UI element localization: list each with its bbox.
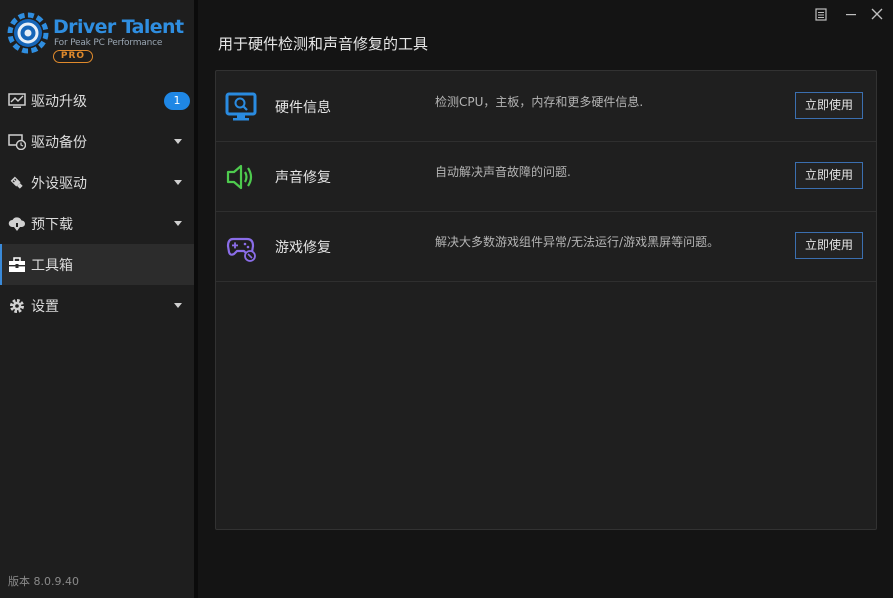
update-count-badge: 1: [164, 92, 190, 110]
sidebar-item-peripheral-drivers[interactable]: 外设驱动: [0, 162, 194, 203]
sidebar-item-label: 外设驱动: [31, 175, 87, 192]
toolbox-icon: [8, 256, 26, 274]
menu-button[interactable]: [813, 6, 829, 22]
app-logo: Driver Talent For Peak PC Performance PR…: [7, 10, 192, 70]
chevron-down-icon[interactable]: [174, 221, 182, 226]
version-label: 版本 8.0.9.40: [8, 575, 79, 588]
cloud-download-icon: [8, 215, 26, 233]
sidebar: Driver Talent For Peak PC Performance PR…: [0, 0, 194, 598]
sidebar-divider: [194, 0, 198, 598]
sidebar-nav: 驱动升级 驱动备份 外设驱动 预下载 工具箱 设置: [0, 80, 194, 326]
sidebar-item-label: 驱动升级: [31, 93, 87, 110]
use-now-button-sound-repair[interactable]: 立即使用: [795, 162, 863, 189]
tool-description: 自动解决声音故障的问题.: [435, 165, 571, 179]
speaker-icon: [226, 164, 253, 190]
sidebar-item-settings[interactable]: 设置: [0, 285, 194, 326]
monitor-update-icon: [8, 92, 26, 110]
close-button[interactable]: [869, 6, 885, 22]
backup-clock-icon: [8, 133, 26, 151]
chevron-down-icon[interactable]: [174, 303, 182, 308]
brand-name: Driver Talent: [53, 16, 184, 38]
sidebar-item-toolbox[interactable]: 工具箱: [0, 244, 194, 285]
minimize-icon: [846, 14, 856, 16]
page-title: 用于硬件检测和声音修复的工具: [218, 35, 429, 53]
tool-description: 解决大多数游戏组件异常/无法运行/游戏黑屏等问题。: [435, 235, 720, 249]
gamepad-icon: [226, 237, 256, 262]
sidebar-item-driver-backup[interactable]: 驱动备份: [0, 121, 194, 162]
tool-row-game-repair: 游戏修复 解决大多数游戏组件异常/无法运行/游戏黑屏等问题。 立即使用: [216, 211, 876, 282]
brand-tagline: For Peak PC Performance: [54, 38, 163, 48]
tool-name: 游戏修复: [275, 240, 331, 256]
sidebar-item-label: 工具箱: [31, 257, 73, 274]
tool-name: 硬件信息: [275, 100, 331, 116]
tool-row-sound-repair: 声音修复 自动解决声音故障的问题. 立即使用: [216, 141, 876, 212]
sidebar-item-label: 驱动备份: [31, 134, 87, 151]
tools-panel: 硬件信息 检测CPU，主板，内存和更多硬件信息. 立即使用 声音修复 自动解决声…: [215, 70, 877, 530]
tool-name: 声音修复: [275, 170, 331, 186]
hardware-monitor-icon: [225, 92, 257, 121]
sidebar-item-label: 预下载: [31, 216, 73, 233]
use-now-button-game-repair[interactable]: 立即使用: [795, 232, 863, 259]
menu-icon: [815, 7, 827, 21]
pro-edition-badge: PRO: [53, 50, 93, 63]
close-icon: [871, 8, 883, 20]
sidebar-item-label: 设置: [31, 298, 59, 315]
minimize-button[interactable]: [843, 6, 859, 22]
usb-plug-icon: [8, 174, 26, 192]
sidebar-item-pre-download[interactable]: 预下载: [0, 203, 194, 244]
gear-icon: [8, 297, 26, 315]
tool-description: 检测CPU，主板，内存和更多硬件信息.: [435, 95, 644, 109]
use-now-button-hardware-info[interactable]: 立即使用: [795, 92, 863, 119]
chevron-down-icon[interactable]: [174, 139, 182, 144]
chevron-down-icon[interactable]: [174, 180, 182, 185]
logo-gear-icon: [7, 12, 49, 54]
tool-row-hardware-info: 硬件信息 检测CPU，主板，内存和更多硬件信息. 立即使用: [216, 71, 876, 142]
